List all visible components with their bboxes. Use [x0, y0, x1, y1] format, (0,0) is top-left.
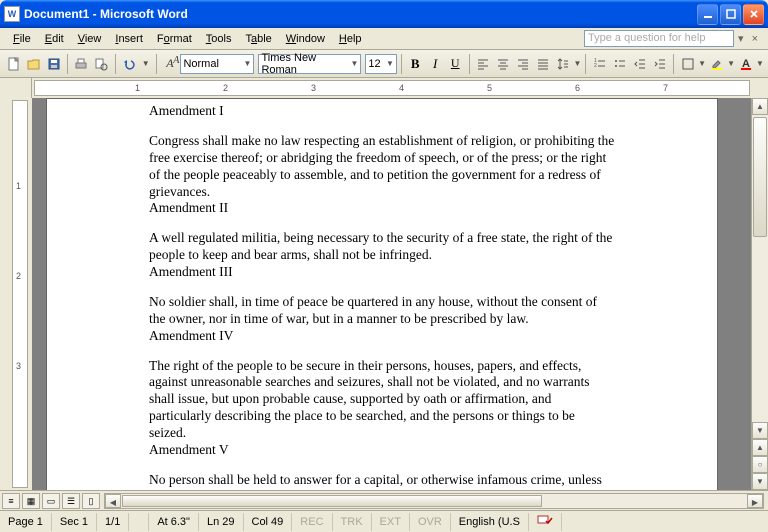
highlight-button[interactable]	[707, 53, 726, 75]
toolbar: ▼ AA Normal▼ Times New Roman▼ 12▼ B I U …	[0, 50, 768, 78]
reading-view-button[interactable]: ▯	[82, 493, 100, 509]
status-ovr[interactable]: OVR	[410, 513, 451, 531]
underline-button[interactable]: U	[446, 53, 465, 75]
font-size-combo[interactable]: 12▼	[365, 54, 397, 74]
menubar-chevron-icon[interactable]: ▾	[734, 32, 748, 45]
line-spacing-button[interactable]	[554, 53, 573, 75]
status-at: At 6.3"	[149, 513, 199, 531]
status-pages: 1/1	[97, 513, 129, 531]
status-rec[interactable]: REC	[292, 513, 332, 531]
scroll-down-button[interactable]: ▼	[752, 422, 768, 439]
scroll-up-button[interactable]: ▲	[752, 98, 768, 115]
horizontal-ruler-area: 1 2 3 4 5 6 7	[0, 78, 768, 98]
menu-tools[interactable]: Tools	[199, 31, 239, 47]
font-color-button[interactable]: A	[736, 53, 755, 75]
increase-indent-button[interactable]	[650, 53, 669, 75]
scroll-thumb[interactable]	[753, 117, 767, 237]
print-view-button[interactable]: ▭	[42, 493, 60, 509]
status-section: Sec 1	[52, 513, 97, 531]
menu-help[interactable]: Help	[332, 31, 369, 47]
menubar: File Edit View Insert Format Tools Table…	[0, 28, 768, 50]
workspace: 1 2 3 Amendment I Congress shall make no…	[0, 98, 768, 490]
vertical-scrollbar[interactable]: ▲ ▼ ▲ ○ ▼	[751, 98, 768, 490]
undo-button[interactable]	[120, 53, 139, 75]
print-preview-button[interactable]	[92, 53, 111, 75]
next-page-button[interactable]: ▼	[752, 473, 768, 490]
horizontal-scrollbar[interactable]: ◀ ▶	[104, 493, 764, 509]
bold-button[interactable]: B	[406, 53, 425, 75]
styles-button[interactable]: AA	[160, 53, 179, 75]
heading: Amendment III	[149, 264, 615, 281]
document-area[interactable]: Amendment I Congress shall make no law r…	[32, 98, 751, 490]
help-search-input[interactable]: Type a question for help	[584, 30, 734, 47]
web-view-button[interactable]: ▦	[22, 493, 40, 509]
menu-table[interactable]: Table	[238, 31, 278, 47]
paragraph: A well regulated militia, being necessar…	[149, 230, 615, 264]
window-title: Document1 - Microsoft Word	[24, 7, 697, 21]
heading: Amendment II	[149, 200, 615, 217]
heading: Amendment I	[149, 103, 615, 120]
align-left-button[interactable]	[474, 53, 493, 75]
horizontal-ruler[interactable]: 1 2 3 4 5 6 7	[34, 80, 750, 96]
new-doc-button[interactable]	[4, 53, 23, 75]
align-center-button[interactable]	[494, 53, 513, 75]
menu-edit[interactable]: Edit	[38, 31, 71, 47]
status-page: Page 1	[0, 513, 52, 531]
menu-insert[interactable]: Insert	[108, 31, 150, 47]
menu-format[interactable]: Format	[150, 31, 199, 47]
menu-view[interactable]: View	[71, 31, 109, 47]
hscroll-thumb[interactable]	[122, 495, 542, 507]
status-language: English (U.S	[451, 513, 529, 531]
paragraph: No soldier shall, in time of peace be qu…	[149, 294, 615, 328]
paragraph: The right of the people to be secure in …	[149, 358, 615, 442]
spacing-dropdown-icon[interactable]: ▼	[574, 59, 582, 68]
highlight-dropdown-icon[interactable]: ▼	[727, 59, 735, 68]
paragraph: Congress shall make no law respecting an…	[149, 133, 615, 201]
svg-text:2: 2	[594, 63, 597, 69]
menu-window[interactable]: Window	[279, 31, 332, 47]
statusbar: Page 1 Sec 1 1/1 At 6.3" Ln 29 Col 49 RE…	[0, 510, 768, 532]
normal-view-button[interactable]: ≡	[2, 493, 20, 509]
heading: Amendment IV	[149, 328, 615, 345]
italic-button[interactable]: I	[426, 53, 445, 75]
close-button[interactable]	[743, 4, 764, 25]
decrease-indent-button[interactable]	[630, 53, 649, 75]
paragraph: No person shall be held to answer for a …	[149, 472, 615, 490]
minimize-button[interactable]	[697, 4, 718, 25]
scroll-left-button[interactable]: ◀	[105, 494, 121, 508]
status-line: Ln 29	[199, 513, 244, 531]
status-trk[interactable]: TRK	[333, 513, 372, 531]
maximize-button[interactable]	[720, 4, 741, 25]
status-ext[interactable]: EXT	[372, 513, 410, 531]
prev-page-button[interactable]: ▲	[752, 439, 768, 456]
numbered-list-button[interactable]: 12	[590, 53, 609, 75]
open-button[interactable]	[24, 53, 43, 75]
font-combo[interactable]: Times New Roman▼	[258, 54, 361, 74]
menu-file[interactable]: File	[6, 31, 38, 47]
outline-view-button[interactable]: ☰	[62, 493, 80, 509]
menubar-close-icon[interactable]: ×	[748, 33, 762, 45]
browse-object-button[interactable]: ○	[752, 456, 768, 473]
border-dropdown-icon[interactable]: ▼	[698, 59, 706, 68]
font-color-dropdown-icon[interactable]: ▼	[756, 59, 764, 68]
horizontal-scroll-row: ≡ ▦ ▭ ☰ ▯ ◀ ▶	[0, 490, 768, 510]
titlebar: W Document1 - Microsoft Word	[0, 0, 768, 28]
align-justify-button[interactable]	[534, 53, 553, 75]
heading: Amendment V	[149, 442, 615, 459]
status-spellcheck-icon[interactable]	[529, 513, 562, 531]
style-combo[interactable]: Normal▼	[180, 54, 254, 74]
undo-dropdown-icon[interactable]: ▼	[140, 59, 152, 68]
word-app-icon: W	[4, 6, 20, 22]
scroll-right-button[interactable]: ▶	[747, 494, 763, 508]
status-column: Col 49	[244, 513, 293, 531]
align-right-button[interactable]	[514, 53, 533, 75]
save-button[interactable]	[44, 53, 63, 75]
border-button[interactable]	[678, 53, 697, 75]
page[interactable]: Amendment I Congress shall make no law r…	[46, 98, 718, 490]
vertical-ruler[interactable]: 1 2 3	[12, 100, 28, 488]
print-button[interactable]	[72, 53, 91, 75]
bullet-list-button[interactable]	[610, 53, 629, 75]
